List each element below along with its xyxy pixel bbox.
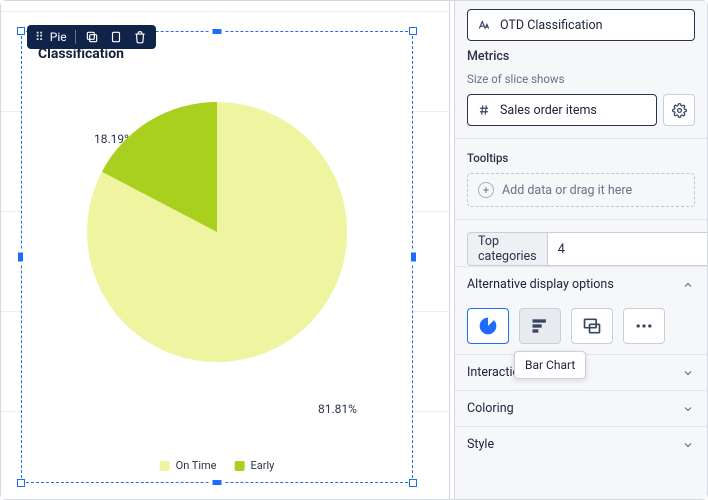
pie-icon	[478, 316, 498, 336]
resize-handle-sw[interactable]	[17, 479, 25, 487]
metrics-hint: Size of slice shows	[467, 72, 695, 86]
display-options-row: Bar Chart	[455, 302, 707, 354]
selection-toolbar[interactable]: ⠿ Pie	[27, 25, 156, 49]
legend-swatch	[160, 461, 170, 471]
dropzone-hint: Add data or drag it here	[502, 183, 632, 198]
chevron-down-icon	[681, 366, 695, 380]
table-icon	[582, 316, 602, 336]
resize-handle-n[interactable]	[211, 27, 224, 36]
top-categories-label: Top categories	[467, 232, 547, 266]
chevron-up-icon	[681, 278, 695, 292]
legend-item-early: Early	[235, 459, 275, 472]
chart-type-label: Pie	[50, 30, 67, 44]
number-type-icon	[476, 102, 492, 118]
app-root: ⠿ Pie Classification 18.19% 81.	[0, 0, 708, 500]
drag-grip-icon[interactable]: ⠿	[35, 30, 42, 44]
chevron-down-icon	[681, 402, 695, 416]
add-icon: +	[478, 182, 494, 198]
legend-item-ontime: On Time	[160, 459, 217, 472]
slice-label-ontime: 81.81%	[318, 402, 357, 416]
gear-icon	[672, 103, 687, 118]
top-categories-row: Top categories	[467, 232, 695, 266]
legend-label: Early	[251, 459, 275, 472]
alt-display-label: Alternative display options	[467, 277, 614, 292]
style-label: Style	[467, 437, 494, 452]
chart-legend: On Time Early	[160, 459, 275, 472]
dimension-field-value: OTD Classification	[500, 18, 603, 33]
style-section-header[interactable]: Style	[455, 426, 707, 462]
coloring-label: Coloring	[467, 401, 514, 416]
display-option-pie[interactable]	[467, 308, 509, 344]
tooltips-section-label: Tooltips	[467, 151, 695, 165]
top-categories-input[interactable]	[547, 232, 707, 266]
trash-icon[interactable]	[132, 29, 148, 45]
panel-divider[interactable]	[449, 1, 455, 499]
section-divider	[455, 219, 707, 220]
metric-settings-button[interactable]	[663, 94, 695, 126]
display-option-bar[interactable]: Bar Chart	[519, 308, 561, 344]
bar-chart-icon	[530, 316, 550, 336]
metric-field-value: Sales order items	[500, 103, 597, 118]
chevron-down-icon	[681, 438, 695, 452]
pie-chart	[87, 102, 347, 362]
text-type-icon	[476, 17, 492, 33]
accordion: Alternative display options Bar Chart	[455, 266, 707, 462]
toolbar-separator	[75, 30, 76, 44]
section-divider	[455, 138, 707, 139]
properties-panel: OTD Classification Metrics Size of slice…	[455, 1, 707, 499]
duplicate-icon[interactable]	[108, 29, 124, 45]
resize-handle-e[interactable]	[409, 251, 418, 264]
metrics-section-label: Metrics	[467, 49, 695, 64]
coloring-section-header[interactable]: Coloring	[455, 390, 707, 426]
resize-handle-ne[interactable]	[409, 27, 417, 35]
tooltips-dropzone[interactable]: + Add data or drag it here	[467, 173, 695, 207]
resize-handle-se[interactable]	[409, 479, 417, 487]
resize-handle-nw[interactable]	[17, 27, 25, 35]
dimension-field[interactable]: OTD Classification	[467, 9, 695, 41]
canvas-panel: ⠿ Pie Classification 18.19% 81.	[1, 1, 449, 499]
chart-selection-frame[interactable]: Classification 18.19% 81.81% On Time	[21, 31, 413, 483]
copy-icon[interactable]	[84, 29, 100, 45]
legend-label: On Time	[176, 459, 217, 472]
display-option-more[interactable]	[623, 308, 665, 344]
resize-handle-s[interactable]	[211, 478, 224, 487]
alt-display-section-header[interactable]: Alternative display options	[455, 266, 707, 302]
display-option-table[interactable]	[571, 308, 613, 344]
display-option-tooltip: Bar Chart	[514, 351, 586, 379]
more-icon	[634, 316, 654, 336]
resize-handle-w[interactable]	[16, 251, 25, 264]
metric-field[interactable]: Sales order items	[467, 94, 657, 126]
legend-swatch	[235, 461, 245, 471]
